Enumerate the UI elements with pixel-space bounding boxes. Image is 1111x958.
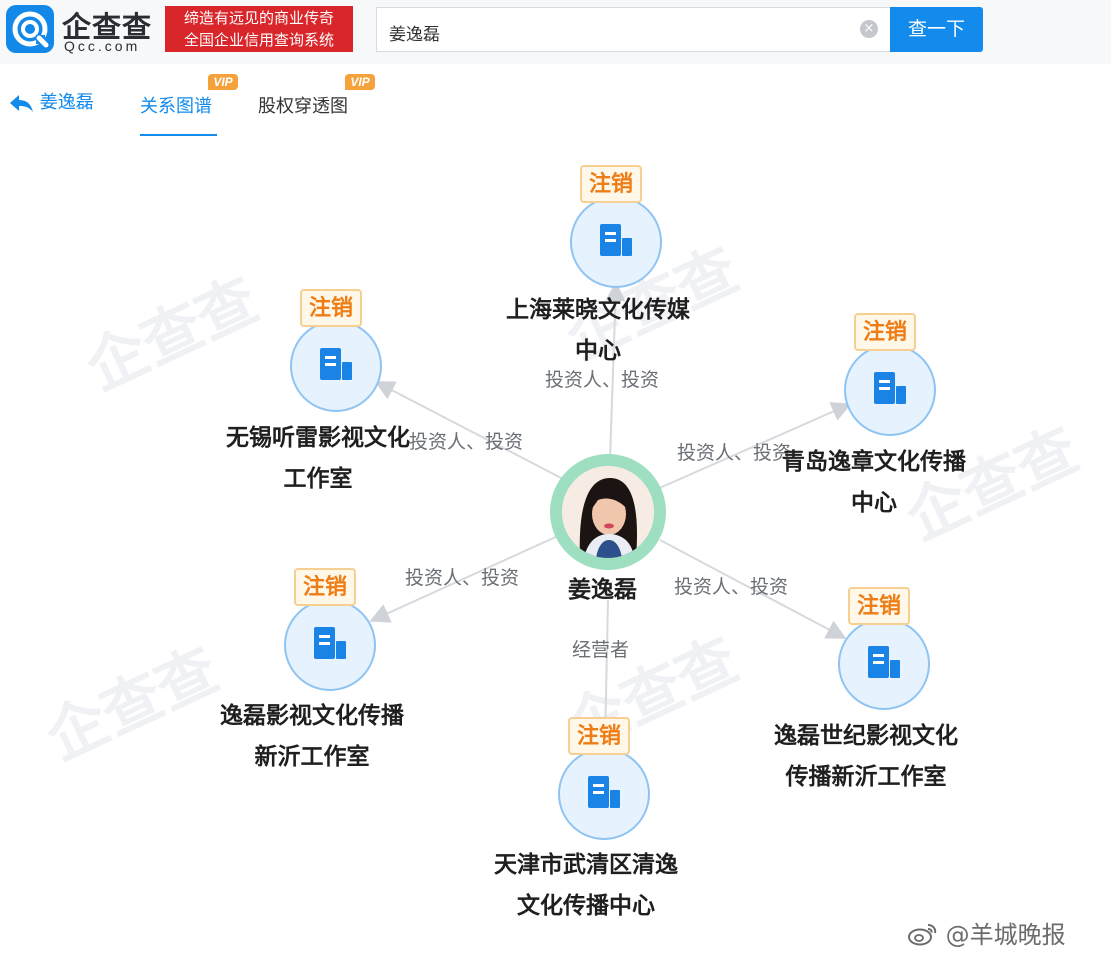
person-node[interactable] (550, 454, 666, 570)
company-name-line[interactable]: 中心 (506, 331, 690, 372)
building-icon (588, 776, 620, 808)
company-name-line[interactable]: 无锡听雷影视文化 (226, 418, 410, 459)
company-node[interactable]: 注销 (290, 289, 382, 412)
deregistered-badge: 注销 (568, 717, 630, 755)
edge-label: 投资人、投资 (409, 431, 524, 453)
company-name-line[interactable]: 逸磊世纪影视文化 (774, 716, 958, 757)
company-name-line[interactable]: 中心 (782, 483, 966, 524)
building-icon (868, 646, 900, 678)
company-name[interactable]: 上海莱晓文化传媒 中心 (506, 290, 690, 372)
edge-label: 投资人、投资 (677, 442, 792, 464)
edge-label: 经营者 (572, 639, 630, 661)
company-name-line[interactable]: 天津市武清区清逸 (494, 845, 678, 886)
company-name-line[interactable]: 文化传播中心 (494, 886, 678, 927)
person-avatar[interactable] (562, 466, 654, 558)
edge-label: 投资人、投资 (674, 576, 789, 598)
company-node[interactable]: 注销 (558, 717, 650, 840)
company-name-line[interactable]: 逸磊影视文化传播 (220, 696, 404, 737)
building-icon (600, 224, 632, 256)
building-icon (314, 627, 346, 659)
company-name[interactable]: 无锡听雷影视文化 工作室 (226, 418, 410, 500)
deregistered-badge: 注销 (300, 289, 362, 327)
building-icon (320, 348, 352, 380)
person-name[interactable]: 姜逸磊 (568, 570, 637, 604)
company-node[interactable]: 注销 (844, 313, 936, 436)
company-name[interactable]: 天津市武清区清逸 文化传播中心 (494, 845, 678, 927)
deregistered-badge: 注销 (848, 587, 910, 625)
deregistered-badge: 注销 (580, 165, 642, 203)
building-icon (874, 372, 906, 404)
company-node[interactable]: 注销 (284, 568, 376, 691)
deregistered-badge: 注销 (854, 313, 916, 351)
company-name[interactable]: 逸磊影视文化传播 新沂工作室 (220, 696, 404, 778)
company-node[interactable]: 注销 (570, 165, 662, 288)
company-name[interactable]: 青岛逸章文化传播 中心 (782, 442, 966, 524)
company-name-line[interactable]: 青岛逸章文化传播 (782, 442, 966, 483)
person-portrait (562, 466, 654, 558)
company-name-line[interactable]: 新沂工作室 (220, 737, 404, 778)
relationship-graph: 企查查 企查查 企查查 企查查 企查查 投资人、投资 投资人、投资 投资人、投资… (0, 136, 1111, 958)
company-name-line[interactable]: 上海莱晓文化传媒 (506, 290, 690, 331)
company-name-line[interactable]: 工作室 (226, 459, 410, 500)
company-node[interactable]: 注销 (838, 587, 930, 710)
weibo-watermark: @羊城晚报 (908, 915, 1066, 950)
company-name[interactable]: 逸磊世纪影视文化 传播新沂工作室 (774, 716, 958, 798)
weibo-icon (908, 924, 937, 946)
company-name-line[interactable]: 传播新沂工作室 (774, 757, 958, 798)
deregistered-badge: 注销 (294, 568, 356, 606)
weibo-tag: @羊城晚报 (945, 921, 1066, 949)
edge-label: 投资人、投资 (405, 567, 520, 589)
